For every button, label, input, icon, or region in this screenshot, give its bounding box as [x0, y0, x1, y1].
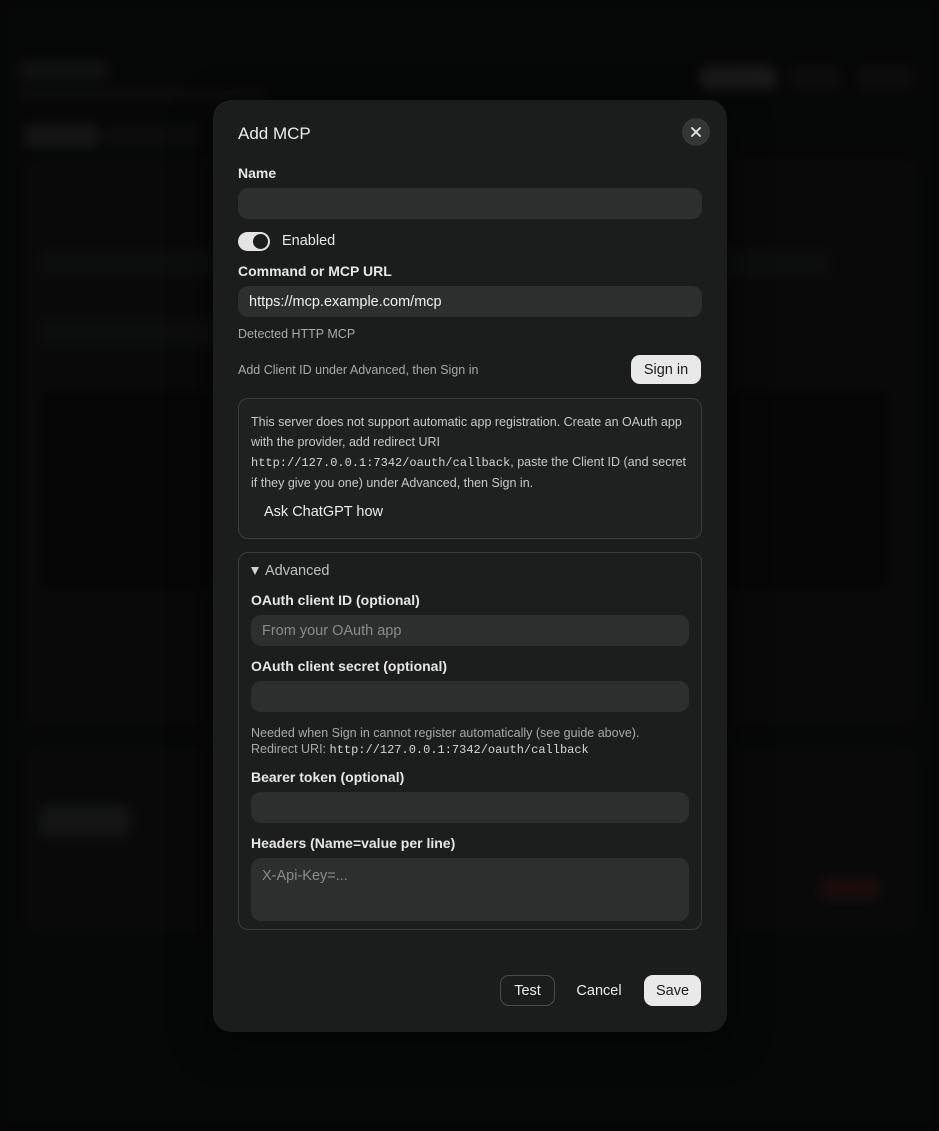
close-icon [691, 127, 701, 137]
close-button[interactable] [682, 118, 710, 146]
triangle-down-icon [251, 567, 259, 575]
sign-in-button[interactable]: Sign in [631, 355, 701, 384]
redirect-help-text: Needed when Sign in cannot register auto… [251, 725, 639, 758]
help-prefix: Redirect URI: [251, 742, 330, 756]
oauth-info-box: This server does not support automatic a… [238, 398, 702, 539]
enabled-label: Enabled [282, 233, 336, 249]
redirect-uri: http://127.0.0.1:7342/oauth/callback [251, 456, 511, 470]
enabled-toggle[interactable] [238, 232, 270, 251]
signin-hint: Add Client ID under Advanced, then Sign … [238, 363, 479, 377]
command-label: Command or MCP URL [238, 263, 392, 279]
name-input[interactable] [238, 188, 702, 219]
help-redirect-uri: http://127.0.0.1:7342/oauth/callback [329, 743, 589, 757]
add-mcp-dialog: Add MCP Name Enabled Command or MCP URL … [213, 100, 727, 1032]
advanced-section: Advanced OAuth client ID (optional) OAut… [238, 552, 702, 930]
save-button[interactable]: Save [644, 975, 701, 1006]
info-text-part: This server does not support automatic a… [251, 415, 682, 449]
advanced-summary-label: Advanced [265, 563, 330, 579]
bearer-token-label: Bearer token (optional) [251, 769, 405, 785]
detected-type-text: Detected HTTP MCP [238, 327, 356, 341]
test-button[interactable]: Test [500, 975, 555, 1006]
client-secret-input[interactable] [251, 681, 689, 712]
dialog-title: Add MCP [238, 124, 311, 143]
headers-label: Headers (Name=value per line) [251, 835, 456, 851]
client-secret-label: OAuth client secret (optional) [251, 658, 448, 674]
client-id-input[interactable] [251, 615, 689, 646]
toggle-knob [253, 234, 268, 249]
bearer-token-input[interactable] [251, 792, 689, 823]
oauth-info-text: This server does not support automatic a… [251, 412, 693, 493]
headers-textarea[interactable] [251, 858, 689, 921]
client-id-label: OAuth client ID (optional) [251, 592, 420, 608]
ask-chatgpt-button[interactable]: Ask ChatGPT how [251, 500, 396, 524]
help-line: Needed when Sign in cannot register auto… [251, 726, 640, 740]
command-url-input[interactable] [238, 286, 702, 317]
advanced-toggle[interactable]: Advanced [251, 563, 330, 579]
cancel-button[interactable]: Cancel [565, 975, 633, 1006]
name-label: Name [238, 165, 277, 181]
help-line: Redirect URI: http://127.0.0.1:7342/oaut… [251, 741, 639, 758]
